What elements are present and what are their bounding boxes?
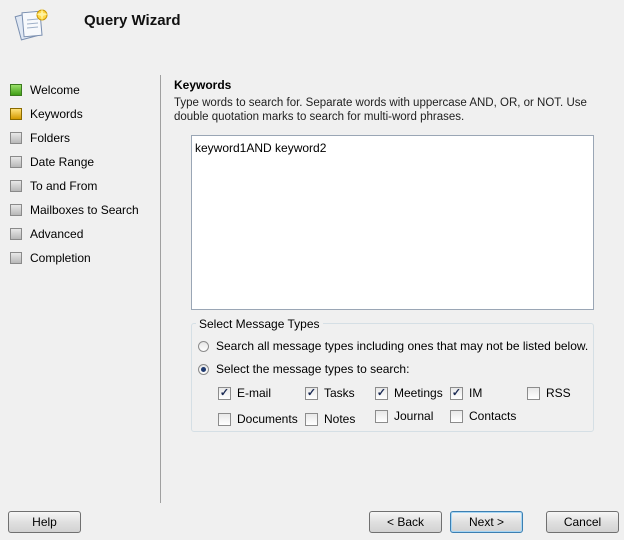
checkbox-im[interactable]: ✓ IM xyxy=(450,385,482,401)
checkbox-meetings[interactable]: ✓ Meetings xyxy=(375,385,443,401)
checkbox-documents[interactable]: Documents xyxy=(218,411,298,427)
nav-label: Completion xyxy=(30,251,91,265)
checkbox-label: Tasks xyxy=(324,386,355,400)
step-pending-icon xyxy=(10,252,22,264)
radio-search-all[interactable]: Search all message types including ones … xyxy=(198,338,588,354)
checkbox-tasks[interactable]: ✓ Tasks xyxy=(305,385,355,401)
checkbox-contacts[interactable]: Contacts xyxy=(450,408,516,424)
nav-item-folders[interactable]: Folders xyxy=(10,126,155,150)
step-pending-icon xyxy=(10,180,22,192)
checkmark-icon[interactable]: ✓ xyxy=(218,386,231,400)
section-title: Keywords xyxy=(174,78,232,92)
nav-item-to-and-from[interactable]: To and From xyxy=(10,174,155,198)
checkbox-box[interactable] xyxy=(450,409,463,423)
nav-item-welcome[interactable]: Welcome xyxy=(10,78,155,102)
checkbox-box[interactable] xyxy=(218,412,231,426)
checkmark-icon[interactable]: ✓ xyxy=(450,386,463,400)
checkbox-label: Documents xyxy=(237,412,298,426)
checkmark-icon[interactable]: ✓ xyxy=(305,386,318,400)
wizard-title: Query Wizard xyxy=(84,12,181,29)
nav-label: Welcome xyxy=(30,83,80,97)
nav-label: Mailboxes to Search xyxy=(30,203,139,217)
keywords-input[interactable]: keyword1AND keyword2 xyxy=(191,135,594,310)
checkbox-label: E-mail xyxy=(237,386,272,400)
nav-item-advanced[interactable]: Advanced xyxy=(10,222,155,246)
checkbox-box[interactable] xyxy=(305,412,318,426)
step-current-icon xyxy=(10,108,22,120)
checkbox-label: Meetings xyxy=(394,386,443,400)
step-pending-icon xyxy=(10,132,22,144)
back-button[interactable]: < Back xyxy=(369,511,442,533)
radio-button-selected[interactable] xyxy=(198,363,209,375)
step-pending-icon xyxy=(10,204,22,216)
step-pending-icon xyxy=(10,228,22,240)
radio-select-types[interactable]: Select the message types to search: xyxy=(198,361,409,377)
nav-label: Advanced xyxy=(30,227,84,241)
radio-label: Select the message types to search: xyxy=(216,362,410,376)
checkbox-label: Notes xyxy=(324,412,356,426)
checkbox-label: Contacts xyxy=(469,409,517,423)
radio-label: Search all message types including ones … xyxy=(216,339,589,353)
next-button[interactable]: Next > xyxy=(450,511,523,533)
checkmark-icon[interactable]: ✓ xyxy=(375,386,388,400)
wizard-steps-nav: Welcome Keywords Folders Date Range To a… xyxy=(10,78,155,270)
message-types-legend: Select Message Types xyxy=(196,317,323,331)
checkbox-journal[interactable]: Journal xyxy=(375,408,433,424)
nav-item-completion[interactable]: Completion xyxy=(10,246,155,270)
nav-item-date-range[interactable]: Date Range xyxy=(10,150,155,174)
checkbox-box[interactable] xyxy=(375,409,388,423)
step-pending-icon xyxy=(10,156,22,168)
checkbox-label: RSS xyxy=(546,386,571,400)
nav-item-keywords[interactable]: Keywords xyxy=(10,102,155,126)
checkbox-box[interactable] xyxy=(527,386,540,400)
wizard-header: Query Wizard xyxy=(0,0,624,48)
nav-label: To and From xyxy=(30,179,98,193)
cancel-button[interactable]: Cancel xyxy=(546,511,619,533)
nav-label: Folders xyxy=(30,131,71,145)
checkbox-label: Journal xyxy=(394,409,434,423)
section-description: Type words to search for. Separate words… xyxy=(174,97,587,123)
help-button[interactable]: Help xyxy=(8,511,81,533)
nav-label: Keywords xyxy=(30,107,83,121)
nav-label: Date Range xyxy=(30,155,95,169)
step-complete-icon xyxy=(10,84,22,96)
checkbox-label: IM xyxy=(469,386,483,400)
checkbox-rss[interactable]: RSS xyxy=(527,385,571,401)
checkbox-notes[interactable]: Notes xyxy=(305,411,355,427)
vertical-divider xyxy=(160,75,161,503)
radio-button[interactable] xyxy=(198,340,209,352)
nav-item-mailboxes[interactable]: Mailboxes to Search xyxy=(10,198,155,222)
wizard-icon xyxy=(14,8,48,41)
checkbox-email[interactable]: ✓ E-mail xyxy=(218,385,271,401)
